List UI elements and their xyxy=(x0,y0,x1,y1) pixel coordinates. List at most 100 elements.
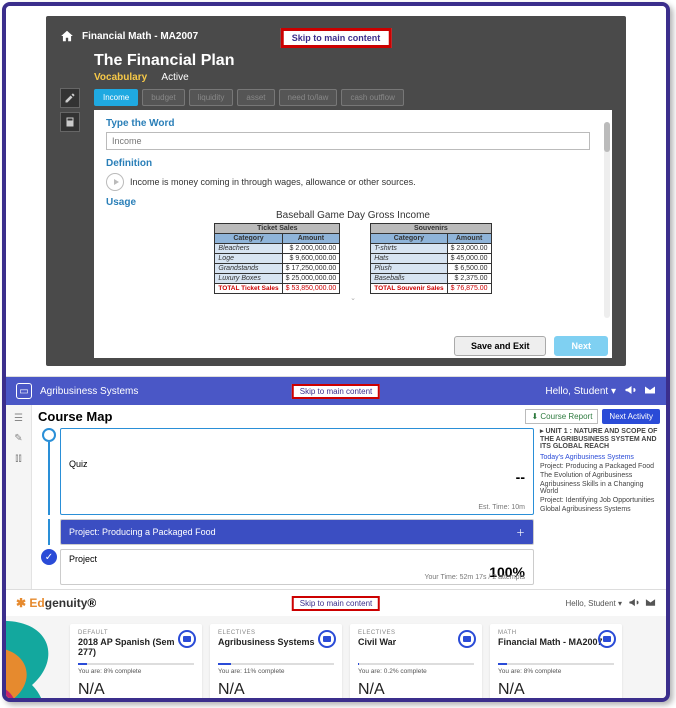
hello-user[interactable]: Hello, Student ▾ xyxy=(545,386,616,397)
left-rail: ☰ ✎ ⫾⫾ xyxy=(6,405,32,589)
progress-bar xyxy=(78,663,87,665)
course-name: Agribusiness Systems xyxy=(40,386,138,397)
content-panel: Type the Word Definition Income is money… xyxy=(94,110,612,330)
mail-icon[interactable] xyxy=(645,597,656,610)
tab-income[interactable]: Income xyxy=(94,89,138,106)
announcement-icon[interactable] xyxy=(628,597,639,610)
next-button[interactable]: Next xyxy=(554,336,608,356)
sidebar-link[interactable]: Project: Identifying Job Opportunities xyxy=(540,497,660,504)
rail-edit-icon[interactable]: ✎ xyxy=(12,431,26,445)
actual-grade-label: Actual Grade xyxy=(218,699,334,702)
type-the-word-input[interactable] xyxy=(106,132,590,150)
unit-heading: ▸ UNIT 1 : NATURE AND SCOPE OF THE AGRIB… xyxy=(540,428,660,451)
actual-grade-label: Actual Grade xyxy=(78,699,194,702)
grade-na: N/A xyxy=(218,681,334,699)
definition-heading: Definition xyxy=(106,158,600,169)
rail-list-icon[interactable]: ☰ xyxy=(12,411,26,425)
course-ring-icon xyxy=(458,630,476,648)
usage-caption: Baseball Game Day Gross Income xyxy=(106,210,600,221)
project-meta: Your Time: 52m 17s / 2 attempts xyxy=(424,574,525,581)
progress-bar xyxy=(358,663,359,665)
course-category: ELECTIVES xyxy=(218,630,334,636)
tab-asset[interactable]: asset xyxy=(237,89,274,106)
hello-user[interactable]: Hello, Student ▾ xyxy=(566,599,623,608)
tab-budget[interactable]: budget xyxy=(142,89,184,106)
play-audio-icon[interactable] xyxy=(106,173,124,191)
progress-text: You are: 8% complete xyxy=(498,668,614,675)
tool-column xyxy=(60,88,80,132)
course-title: Agribusiness Systems xyxy=(218,637,334,657)
tab-cashoutflow[interactable]: cash outflow xyxy=(341,89,403,106)
sidebar-link[interactable]: The Evolution of Agribusiness xyxy=(540,472,660,479)
course-map-title: Course Map xyxy=(38,409,525,424)
course-category: ELECTIVES xyxy=(358,630,474,636)
quiz-meta: Est. Time: 10m xyxy=(478,504,525,511)
pencil-icon[interactable] xyxy=(60,88,80,108)
actual-grade-label: Actual Grade xyxy=(358,699,474,702)
project-card[interactable]: Project 100% Your Time: 52m 17s / 2 atte… xyxy=(60,549,534,585)
progress-bar xyxy=(218,663,231,665)
actual-grade-label: Actual Grade xyxy=(498,699,614,702)
skip-to-main-link[interactable]: Skip to main content xyxy=(292,596,380,611)
progress-node-icon xyxy=(42,428,56,442)
sidebar-link[interactable]: Agribusiness Skills in a Changing World xyxy=(540,481,660,495)
course-report-button[interactable]: ⬇ Course Report xyxy=(525,409,598,424)
tab-liquidity[interactable]: liquidity xyxy=(189,89,234,106)
type-the-word-heading: Type the Word xyxy=(106,118,600,129)
scrollbar[interactable] xyxy=(604,122,610,318)
lesson-player-section: Financial Math - MA2007 Skip to main con… xyxy=(6,6,666,376)
tab-needtolaw[interactable]: need to/law xyxy=(279,89,338,106)
course-title: Financial Math - MA2007 xyxy=(498,637,614,657)
rail-chart-icon[interactable]: ⫾⫾ xyxy=(12,451,26,465)
decorative-blob-icon xyxy=(6,616,68,702)
course-title: Civil War xyxy=(358,637,474,657)
souvenirs-table: Souvenirs CategoryAmount T-shirts$ 23,00… xyxy=(370,223,491,294)
save-and-exit-button[interactable]: Save and Exit xyxy=(454,336,547,356)
vocabulary-label: Vocabulary xyxy=(94,72,147,83)
calculator-icon[interactable] xyxy=(60,112,80,132)
course-title: 2018 AP Spanish (Sem 277) xyxy=(78,637,194,657)
active-label: Active xyxy=(161,72,188,83)
next-activity-button[interactable]: Next Activity xyxy=(602,409,660,424)
progress-text: You are: 0.2% complete xyxy=(358,668,474,675)
progress-node-done-icon: ✓ xyxy=(41,549,57,565)
course-card[interactable]: ELECTIVES Agribusiness Systems You are: … xyxy=(210,624,342,702)
expand-icon: ＋ xyxy=(516,526,525,539)
definition-text: Income is money coming in through wages,… xyxy=(130,177,416,187)
progress-text: You are: 8% complete xyxy=(78,668,194,675)
progress-bar xyxy=(498,663,507,665)
project-banner[interactable]: Project: Producing a Packaged Food ＋ xyxy=(60,519,534,545)
quiz-card[interactable]: Quiz -- Est. Time: 10m xyxy=(60,428,534,515)
grade-na: N/A xyxy=(498,681,614,699)
course-category: MATH xyxy=(498,630,614,636)
course-title: Financial Math - MA2007 xyxy=(82,31,198,42)
edgenuity-logo: ✱ Edgenuity® xyxy=(16,596,96,610)
app-badge-icon[interactable]: ▭ xyxy=(16,383,32,399)
course-card[interactable]: ELECTIVES Civil War You are: 0.2% comple… xyxy=(350,624,482,702)
course-card[interactable]: MATH Financial Math - MA2007 You are: 8%… xyxy=(490,624,622,702)
project-banner-title: Project: Producing a Packaged Food xyxy=(69,527,216,537)
sidebar-link[interactable]: Today's Agribusiness Systems xyxy=(540,454,660,461)
progress-text: You are: 11% complete xyxy=(218,668,334,675)
unit-sidebar: ▸ UNIT 1 : NATURE AND SCOPE OF THE AGRIB… xyxy=(540,428,660,515)
lesson-title: The Financial Plan xyxy=(94,52,612,70)
grade-na: N/A xyxy=(358,681,474,699)
course-category: DEFAULT xyxy=(78,630,194,636)
vocab-tabs: Income budget liquidity asset need to/la… xyxy=(60,87,612,110)
skip-to-main-link[interactable]: Skip to main content xyxy=(281,28,392,48)
skip-to-main-link[interactable]: Skip to main content xyxy=(292,384,380,399)
course-card[interactable]: DEFAULT 2018 AP Spanish (Sem 277) You ar… xyxy=(70,624,202,702)
course-map-section: ▭ Agribusiness Systems Skip to main cont… xyxy=(6,376,666,589)
project-title: Project xyxy=(69,554,525,564)
grade-na: N/A xyxy=(78,681,194,699)
course-ring-icon xyxy=(318,630,336,648)
scroll-hint-icon: ⌄ xyxy=(106,294,600,302)
ticket-sales-table: Ticket Sales CategoryAmount Bleachers$ 2… xyxy=(214,223,340,294)
home-icon[interactable] xyxy=(60,29,74,43)
mail-icon[interactable] xyxy=(644,384,656,399)
announcement-icon[interactable] xyxy=(624,384,636,399)
sidebar-link[interactable]: Project: Producing a Packaged Food xyxy=(540,463,660,470)
course-ring-icon xyxy=(178,630,196,648)
quiz-title: Quiz xyxy=(69,459,525,469)
sidebar-link[interactable]: Global Agribusiness Systems xyxy=(540,506,660,513)
